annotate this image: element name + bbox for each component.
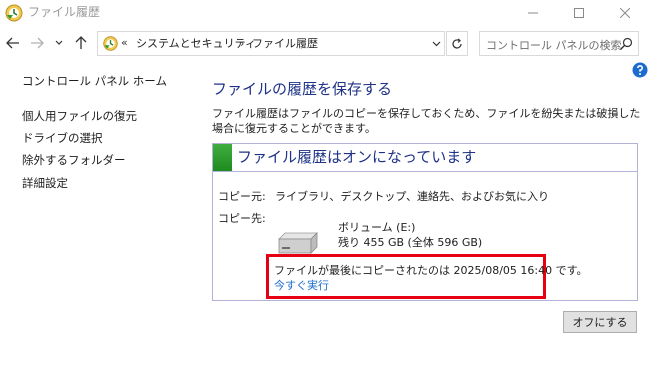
search-placeholder: コントロール パネルの検索 xyxy=(486,39,622,52)
help-icon[interactable] xyxy=(632,62,648,78)
turn-off-button[interactable]: オフにする xyxy=(563,311,637,333)
status-text: ファイル履歴はオンになっています xyxy=(237,148,477,166)
breadcrumb-file-history[interactable]: ファイル履歴 xyxy=(252,37,318,51)
source-label: コピー元: xyxy=(218,190,266,203)
close-icon xyxy=(620,8,630,18)
sidebar-item-advanced-settings[interactable]: 詳細設定 xyxy=(22,176,68,191)
window-title: ファイル履歴 xyxy=(28,5,101,19)
sidebar-item-control-panel-home[interactable]: コントロール パネル ホーム xyxy=(22,74,167,89)
sidebar-item-select-drive[interactable]: ドライブの選択 xyxy=(22,131,103,146)
minimize-button[interactable] xyxy=(510,0,556,26)
status-header: ファイル履歴はオンになっています xyxy=(213,144,637,172)
forward-button[interactable] xyxy=(26,31,48,55)
file-history-icon xyxy=(103,36,118,51)
maximize-icon xyxy=(574,8,584,18)
minimize-icon xyxy=(528,12,538,14)
status-indicator xyxy=(213,144,232,171)
destination-label: コピー先: xyxy=(218,212,266,225)
arrow-left-icon xyxy=(6,37,19,49)
back-button[interactable] xyxy=(2,31,24,55)
breadcrumb-separator[interactable]: › xyxy=(240,37,244,51)
breadcrumb-system-security[interactable]: システムとセキュリティ xyxy=(136,37,256,51)
arrow-up-icon xyxy=(75,36,87,49)
arrow-right-icon xyxy=(31,37,44,49)
run-now-link[interactable]: 今すぐ実行 xyxy=(274,278,329,293)
source-value: ライブラリ、デスクトップ、連絡先、およびお気に入り xyxy=(275,190,550,203)
chevron-down-icon xyxy=(55,40,63,45)
left-navigation-pane: コントロール パネル ホーム 個人用ファイルの復元 ドライブの選択 除外するフォ… xyxy=(0,60,200,360)
page-description: ファイル履歴はファイルのコピーを保存しておくため、ファイルを紛失または破損した場… xyxy=(212,107,641,135)
sidebar-item-restore-personal-files[interactable]: 個人用ファイルの復元 xyxy=(22,109,137,124)
maximize-button[interactable] xyxy=(556,0,602,26)
volume-space: 残り 455 GB (全体 596 GB) xyxy=(338,236,483,249)
search-box[interactable]: コントロール パネルの検索 xyxy=(479,31,639,56)
search-icon[interactable] xyxy=(619,37,633,51)
refresh-button[interactable] xyxy=(446,31,468,56)
file-history-icon xyxy=(5,4,23,22)
volume-name: ボリューム (E:) xyxy=(338,221,416,234)
title-bar: ファイル履歴 xyxy=(0,0,650,26)
navigation-bar: « システムとセキュリティ › ファイル履歴 コントロール パネルの検索 xyxy=(0,28,650,58)
breadcrumb-overflow[interactable]: « xyxy=(121,36,128,49)
chevron-down-icon xyxy=(432,41,440,47)
last-copy-text: ファイルが最後にコピーされたのは 2025/08/05 16:40 です。 xyxy=(274,264,588,277)
address-dropdown-button[interactable] xyxy=(429,36,443,52)
recent-locations-button[interactable] xyxy=(50,31,68,55)
refresh-icon xyxy=(452,38,462,49)
close-button[interactable] xyxy=(602,0,648,26)
sidebar-item-exclude-folders[interactable]: 除外するフォルダー xyxy=(22,153,126,168)
page-title: ファイルの履歴を保存する xyxy=(212,80,393,98)
address-bar[interactable]: « システムとセキュリティ › ファイル履歴 xyxy=(97,31,445,56)
up-button[interactable] xyxy=(70,31,92,55)
